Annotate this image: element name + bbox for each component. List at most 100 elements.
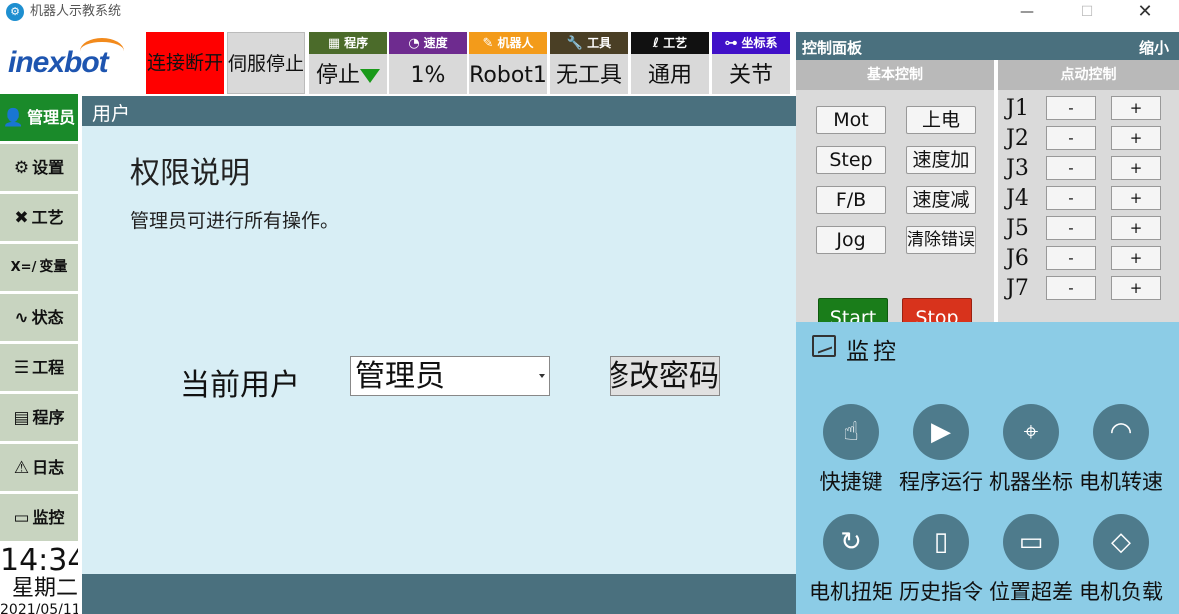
craft-value: 通用 [647,63,692,88]
tool-label: 工具 [587,36,612,50]
j7-minus-button[interactable]: - [1046,276,1096,300]
logo-text: inexbot [8,46,109,79]
power-on-button[interactable]: 上电 [906,106,976,134]
j5-minus-button[interactable]: - [1046,216,1096,240]
sidebar-item-admin[interactable]: 👤 管理员 [0,94,78,141]
sidebar-item-status[interactable]: ∿ 状态 [0,294,78,341]
permission-description: 管理员可进行所有操作。 [130,210,340,232]
clock-time: 14:34 [0,544,78,578]
permission-title: 权限说明 [130,156,250,191]
j4-plus-button[interactable]: + [1111,186,1161,210]
monitor-item-robot-coords[interactable]: ⌖ 机器坐标 [986,404,1076,496]
hand-pointer-icon: ☝ [823,404,879,460]
coord-value: 关节 [728,63,773,88]
j2-plus-button[interactable]: + [1111,126,1161,150]
status-icon: ∿ [14,308,29,328]
sidebar-item-variables[interactable]: X=/变量 [0,244,78,291]
footer-bar [82,574,796,614]
axis-label-j5: J5 [1006,216,1029,241]
chevron-down-icon [539,374,545,378]
monitor-item-label: 电机负载 [1079,580,1163,604]
axis-label-j3: J3 [1006,156,1029,181]
monitor-item-motor-torque[interactable]: ↻ 电机扭矩 [806,514,896,606]
sidebar-item-craft[interactable]: ✖ 工艺 [0,194,78,241]
torque-icon: ↻ [823,514,879,570]
j1-minus-button[interactable]: - [1046,96,1096,120]
speed-down-button[interactable]: 速度减 [906,186,976,214]
control-panel-header: 控制面板 缩小 [796,32,1179,60]
craft-icon: ℓ [652,36,660,51]
basic-control-title: 基本控制 [796,60,994,90]
sidebar-item-monitor[interactable]: ▭ 监控 [0,494,78,541]
play-icon: ▶ [913,404,969,460]
program-icon: ▤ [13,408,30,428]
user-icon: 👤 [2,108,25,128]
mot-button[interactable]: Mot [816,106,886,134]
network-icon: ◇ [1093,514,1149,570]
j4-minus-button[interactable]: - [1046,186,1096,210]
program-status[interactable]: ▦ 程序 停止 [309,32,387,94]
monitor-item-position-error[interactable]: ▭ 位置超差 [986,514,1076,606]
sidebar-item-label: 状态 [31,308,64,327]
monitor-item-label: 机器坐标 [989,470,1073,494]
j5-plus-button[interactable]: + [1111,216,1161,240]
tool-value: 无工具 [555,63,622,88]
control-panel-minimize-button[interactable]: 缩小 [1139,37,1169,58]
sidebar: 👤 管理员 ⚙ 设置 ✖ 工艺 X=/变量 ∿ 状态 ☰ 工程 ▤ 程序 ⚠ 日志 ▭ 监控 [0,94,78,544]
maximize-button[interactable]: ☐ [1064,0,1110,26]
speed-status[interactable]: ◔ 速度 1% [389,32,467,94]
tool-status[interactable]: 🔧 工具 无工具 [550,32,628,94]
sidebar-item-label: 日志 [32,458,65,477]
step-button[interactable]: Step [816,146,886,174]
clock: 14:34 星期二 2021/05/11 [0,544,78,614]
sidebar-item-label: 设置 [32,158,65,177]
window-title: 机器人示教系统 [30,4,122,19]
sidebar-item-program[interactable]: ▤ 程序 [0,394,78,441]
axis-label-j7: J7 [1006,276,1029,301]
axis-label-j2: J2 [1006,126,1029,151]
variable-icon: X=/ [10,260,37,275]
robot-label: 机器人 [497,36,534,50]
j7-plus-button[interactable]: + [1111,276,1161,300]
sidebar-item-label: 程序 [32,408,65,427]
monitor-item-label: 快捷键 [819,470,883,494]
speed-up-button[interactable]: 速度加 [906,146,976,174]
monitor-item-shortcuts[interactable]: ☝ 快捷键 [806,404,896,496]
monitor-item-motor-load[interactable]: ◇ 电机负载 [1076,514,1166,606]
j1-plus-button[interactable]: + [1111,96,1161,120]
sidebar-item-label: 监控 [32,508,65,527]
sidebar-item-settings[interactable]: ⚙ 设置 [0,144,78,191]
monitor-item-motor-speed[interactable]: ◠ 电机转速 [1076,404,1166,496]
forward-backward-button[interactable]: F/B [816,186,886,214]
monitor-item-history[interactable]: ▯ 历史指令 [896,514,986,606]
j2-minus-button[interactable]: - [1046,126,1096,150]
j6-plus-button[interactable]: + [1111,246,1161,270]
monitor-panel: 监控 ☝ 快捷键 ▶ 程序运行 ⌖ 机器坐标 ◠ 电机转速 ↻ 电机扭矩 ▯ 历… [796,322,1179,614]
tools-icon: ✖ [14,208,29,228]
j6-minus-button[interactable]: - [1046,246,1096,270]
sidebar-item-project[interactable]: ☰ 工程 [0,344,78,391]
title-bar: ⚙ 机器人示教系统 — ☐ ✕ [0,0,1179,26]
basic-control: 基本控制 Mot 上电 Step 速度加 F/B 速度减 Jog 清除错误 St… [796,60,996,350]
j3-minus-button[interactable]: - [1046,156,1096,180]
craft-label: 工艺 [663,36,688,50]
dropdown-arrow-icon [360,69,380,83]
monitor-header: 监控 [796,322,1179,374]
clear-error-button[interactable]: 清除错误 [906,226,976,254]
close-button[interactable]: ✕ [1122,0,1168,26]
coord-status[interactable]: ⊶ 坐标系 关节 [712,32,790,94]
change-password-button[interactable]: 修改密码 [610,356,720,396]
monitor-item-program-run[interactable]: ▶ 程序运行 [896,404,986,496]
monitor-item-label: 程序运行 [899,470,983,494]
user-page: 权限说明 管理员可进行所有操作。 当前用户 管理员 修改密码 [82,126,796,574]
user-select[interactable]: 管理员 [350,356,550,396]
screen-icon: ▭ [1003,514,1059,570]
craft-status[interactable]: ℓ 工艺 通用 [631,32,709,94]
sidebar-item-log[interactable]: ⚠ 日志 [0,444,78,491]
robot-status[interactable]: ✎ 机器人 Robot1 [469,32,547,94]
j3-plus-button[interactable]: + [1111,156,1161,180]
minimize-button[interactable]: — [1004,0,1050,26]
app-window: ⚙ 机器人示教系统 — ☐ ✕ inexbot 连接断开 伺服停止 ▦ 程序 停止… [0,0,1179,614]
jog-button[interactable]: Jog [816,226,886,254]
coord-label: 坐标系 [741,36,778,50]
